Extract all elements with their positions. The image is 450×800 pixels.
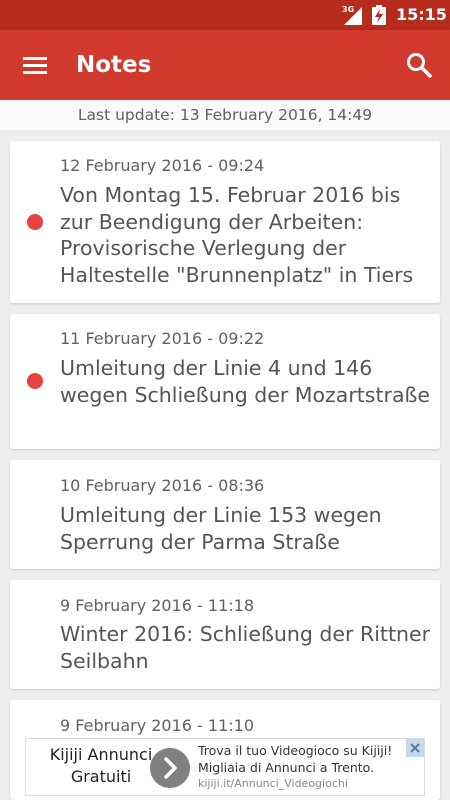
menu-icon[interactable]	[20, 53, 50, 77]
last-update: Last update: 13 February 2016, 14:49	[0, 100, 450, 130]
page-title: Notes	[76, 52, 152, 78]
note-date: 9 February 2016 - 11:18	[60, 596, 255, 615]
note-card[interactable]: 10 February 2016 - 08:36 Umleitung der L…	[10, 460, 440, 569]
ad-url: kijiji.it/Annunci_Videogiochi	[198, 777, 348, 790]
ad-banner[interactable]: Kijiji Annunci Gratuiti Trova il tuo Vid…	[25, 738, 425, 796]
chevron-right-icon[interactable]	[150, 748, 190, 788]
note-text: Von Montag 15. Februar 2016 bis zur Been…	[60, 183, 414, 287]
ad-brand: Kijiji Annunci Gratuiti	[49, 745, 153, 786]
unread-dot-icon	[27, 214, 43, 230]
search-icon[interactable]	[404, 50, 434, 80]
ad-headline: Trova il tuo Videogioco su Kijiji!	[198, 743, 393, 758]
note-card[interactable]: 9 February 2016 - 11:18 Winter 2016: Sch…	[10, 580, 440, 689]
note-date: 11 February 2016 - 09:22	[60, 329, 265, 348]
note-date: 12 February 2016 - 09:24	[60, 156, 265, 175]
close-icon[interactable]	[406, 739, 424, 757]
note-text: Winter 2016: Schließung der Rittner Seil…	[60, 622, 431, 673]
note-card[interactable]: 11 February 2016 - 09:22 Umleitung der L…	[10, 314, 440, 449]
note-text: Umleitung der Linie 4 und 146 wegen Schl…	[60, 356, 431, 407]
note-card[interactable]: 12 February 2016 - 09:24 Von Montag 15. …	[10, 141, 440, 303]
signal-indicator: 3G	[342, 5, 364, 25]
note-date: 9 February 2016 - 11:10	[60, 716, 255, 735]
note-date: 10 February 2016 - 08:36	[60, 476, 265, 495]
status-time: 15:15	[396, 5, 447, 24]
note-text: Umleitung der Linie 153 wegen Sperrung d…	[60, 503, 382, 554]
signal-icon	[344, 7, 362, 25]
ad-description: Migliaia di Annunci a Trento.	[198, 760, 375, 775]
status-bar: 3G 15:15	[0, 0, 450, 30]
battery-charging-icon	[372, 5, 386, 25]
app-bar: Notes	[0, 30, 450, 100]
unread-dot-icon	[27, 373, 43, 389]
